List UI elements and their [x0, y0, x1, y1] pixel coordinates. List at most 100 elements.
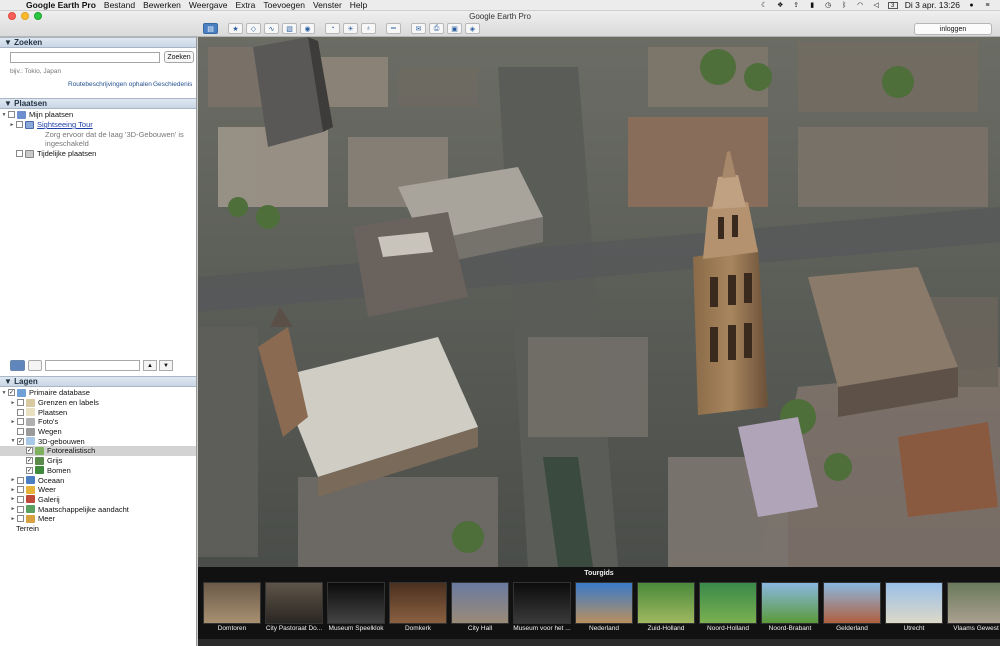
layer-row[interactable]: ► Weer [0, 485, 196, 495]
tour-thumbnail-label[interactable]: Noord-Holland [699, 625, 757, 632]
tour-thumbnail[interactable] [389, 582, 447, 624]
layer-checkbox[interactable] [17, 428, 24, 436]
layer-row[interactable]: ✓ Bomen [0, 466, 196, 476]
tour-thumbnail-label[interactable]: Noord-Brabant [761, 625, 819, 632]
calendar-badge[interactable]: 3 [887, 1, 898, 9]
maps-icon[interactable]: ◈ [465, 23, 480, 34]
search-places-icon[interactable] [10, 360, 25, 371]
login-button[interactable]: inloggen [914, 23, 992, 35]
tour-thumbnail[interactable] [947, 582, 1000, 624]
layer-checkbox[interactable]: ✓ [17, 437, 24, 445]
tour-thumbnail-label[interactable]: Gelderland [823, 625, 881, 632]
upload-icon[interactable]: ⇪ [792, 2, 801, 9]
tour-thumbnail-label[interactable]: City Hall [451, 625, 509, 632]
expand-icon[interactable]: ▼ [9, 438, 17, 444]
overlay-icon[interactable]: ▧ [282, 23, 297, 34]
email-icon[interactable]: ✉ [411, 23, 426, 34]
layers-panel-header[interactable]: ▼ Lagen [0, 376, 196, 387]
moon-icon[interactable]: ☾ [760, 2, 769, 9]
move-up-icon[interactable]: ▲ [143, 360, 157, 371]
layer-checkbox[interactable] [17, 399, 24, 407]
checkbox[interactable] [16, 150, 23, 158]
layer-row[interactable]: ► Grenzen en labels [0, 398, 196, 408]
places-filter-input[interactable] [45, 360, 140, 371]
tour-thumbnail-label[interactable]: Domtoren [203, 625, 261, 632]
tour-row[interactable]: ► Sightseeing Tour [0, 120, 196, 130]
layer-checkbox[interactable] [17, 495, 24, 503]
checkbox[interactable] [16, 121, 23, 129]
expand-icon[interactable]: ► [8, 122, 16, 128]
layer-row[interactable]: Plaatsen [0, 407, 196, 417]
layer-row[interactable]: ✓ Grijs [0, 456, 196, 466]
directions-link[interactable]: Routebeschrijvingen ophalen [68, 81, 152, 88]
layer-row[interactable]: ► Galerij [0, 495, 196, 505]
tour-thumbnail[interactable] [327, 582, 385, 624]
bluetooth-icon[interactable]: ᛒ [840, 2, 849, 9]
sidebar-toggle-icon[interactable]: ▤ [203, 23, 218, 34]
tour-thumbnail[interactable] [575, 582, 633, 624]
layer-checkbox[interactable] [17, 418, 24, 426]
tour-thumbnail[interactable] [699, 582, 757, 624]
split-view-icon[interactable] [28, 360, 42, 371]
sightseeing-tour-link[interactable]: Sightseeing Tour [37, 120, 93, 129]
earth-3d-view[interactable] [198, 37, 1000, 567]
tour-thumbnail[interactable] [885, 582, 943, 624]
tour-thumbnail-label[interactable]: Domkerk [389, 625, 447, 632]
expand-icon[interactable]: ► [9, 506, 17, 512]
layer-row[interactable]: ► Oceaan [0, 475, 196, 485]
menu-clock[interactable]: Di 3 apr. 13:26 [905, 0, 960, 10]
places-panel-header[interactable]: ▼ Plaatsen [0, 98, 196, 109]
layer-checkbox[interactable] [17, 515, 24, 523]
layer-row[interactable]: ► Maatschappelijke aandacht [0, 504, 196, 514]
menu-help[interactable]: Help [350, 0, 367, 10]
tour-thumbnail[interactable] [637, 582, 695, 624]
user-icon[interactable]: ● [967, 2, 976, 9]
layer-checkbox[interactable]: ✓ [8, 389, 15, 397]
tour-thumbnail[interactable] [513, 582, 571, 624]
signal-icon[interactable]: ▮ [808, 2, 817, 9]
layer-row[interactable]: Terrein [0, 524, 196, 534]
path-icon[interactable]: ∿ [264, 23, 279, 34]
search-input[interactable] [10, 52, 160, 63]
placemark-icon[interactable]: ★ [228, 23, 243, 34]
planets-icon[interactable]: ♁ [361, 23, 376, 34]
menu-bestand[interactable]: Bestand [104, 0, 135, 10]
menu-toevoegen[interactable]: Toevoegen [263, 0, 305, 10]
menu-extra[interactable]: Extra [236, 0, 256, 10]
expand-icon[interactable]: ▼ [0, 390, 8, 396]
wifi-icon[interactable]: ◠ [856, 2, 865, 9]
tour-thumbnail[interactable] [823, 582, 881, 624]
historical-imagery-icon[interactable]: ◔ [325, 23, 340, 34]
layer-checkbox[interactable]: ✓ [26, 466, 33, 474]
layer-row[interactable]: ✓ Fotorealistisch [0, 446, 196, 456]
tour-thumbnail[interactable] [761, 582, 819, 624]
menu-app[interactable]: Google Earth Pro [26, 0, 96, 10]
expand-icon[interactable]: ▼ [0, 112, 8, 118]
expand-icon[interactable]: ► [9, 516, 17, 522]
layer-checkbox[interactable]: ✓ [26, 447, 33, 455]
record-tour-icon[interactable]: ◉ [300, 23, 315, 34]
layer-checkbox[interactable] [17, 505, 24, 513]
expand-icon[interactable]: ► [9, 487, 17, 493]
dropbox-icon[interactable]: ❖ [776, 2, 785, 9]
expand-icon[interactable]: ► [9, 400, 17, 406]
temp-places-row[interactable]: Tijdelijke plaatsen [0, 149, 196, 159]
layer-checkbox[interactable] [17, 486, 24, 494]
tour-scrollbar[interactable] [198, 639, 1000, 646]
layer-row[interactable]: Wegen [0, 427, 196, 437]
layer-row[interactable]: ▼ ✓ Primaire database [0, 388, 196, 398]
tour-thumbnail-label[interactable]: Nederland [575, 625, 633, 632]
expand-icon[interactable]: ► [9, 477, 17, 483]
save-image-icon[interactable]: ▣ [447, 23, 462, 34]
tour-thumbnail-label[interactable]: Museum Speelklok [327, 625, 385, 632]
volume-icon[interactable]: ◁ [872, 2, 881, 9]
layer-row[interactable]: ► Meer [0, 514, 196, 524]
layer-checkbox[interactable] [17, 408, 24, 416]
menu-venster[interactable]: Venster [313, 0, 342, 10]
checkbox[interactable] [8, 111, 15, 119]
time-machine-icon[interactable]: ◷ [824, 2, 833, 9]
tour-thumbnail-label[interactable]: Vlaams Gewest [947, 625, 1000, 632]
sunlight-icon[interactable]: ☀ [343, 23, 358, 34]
layer-checkbox[interactable]: ✓ [26, 457, 33, 465]
tour-thumbnail[interactable] [265, 582, 323, 624]
